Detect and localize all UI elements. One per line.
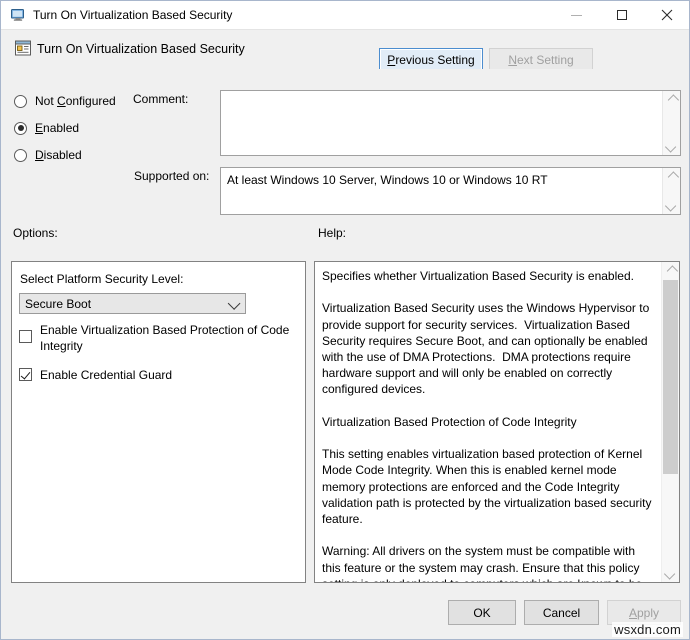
radio-enabled[interactable]: Enabled: [14, 119, 79, 137]
chevron-down-icon: [664, 141, 675, 152]
radio-disabled-label: Disabled: [35, 148, 82, 162]
help-scroll-up-button[interactable]: [662, 262, 679, 279]
comment-label: Comment:: [133, 92, 188, 106]
radio-disabled[interactable]: Disabled: [14, 146, 82, 164]
apply-button-label-rest: pply: [637, 606, 659, 620]
options-panel: Select Platform Security Level: Secure B…: [11, 261, 306, 583]
help-scrollbar[interactable]: [661, 262, 679, 582]
next-setting-label-rest: ext Setting: [517, 53, 574, 67]
checkbox-credential-guard-box: [19, 368, 32, 381]
help-panel: Specifies whether Virtualization Based S…: [314, 261, 680, 583]
supported-on-value: At least Windows 10 Server, Windows 10 o…: [221, 168, 662, 214]
previous-setting-label-rest: revious Setting: [395, 53, 474, 67]
help-text: Specifies whether Virtualization Based S…: [315, 262, 661, 582]
chevron-up-icon: [667, 171, 678, 182]
chevron-down-icon: [663, 568, 674, 579]
comment-value[interactable]: [221, 91, 662, 155]
title-bar: Turn On Virtualization Based Security: [1, 1, 689, 30]
dialog-footer: OK Cancel Apply: [2, 584, 689, 639]
ok-button-label: OK: [473, 606, 490, 620]
chevron-down-icon: [664, 200, 675, 211]
next-setting-accel: N: [508, 53, 517, 67]
chevron-up-icon: [667, 94, 678, 105]
radio-enabled-label: Enabled: [35, 121, 79, 135]
monitor-computer-icon: [10, 7, 26, 23]
comment-scrollbar[interactable]: [662, 91, 680, 155]
radio-enabled-mark: [14, 122, 27, 135]
close-icon: [661, 9, 673, 21]
window-controls: [554, 1, 689, 29]
chevron-down-icon: [225, 299, 245, 308]
ok-button[interactable]: OK: [448, 600, 516, 625]
radio-not-configured-mark: [14, 95, 27, 108]
cancel-button[interactable]: Cancel: [524, 600, 599, 625]
maximize-button[interactable]: [599, 1, 644, 29]
platform-security-level-value: Secure Boot: [20, 297, 225, 311]
minimize-button[interactable]: [554, 1, 599, 29]
help-label: Help:: [318, 226, 346, 240]
maximize-icon: [617, 10, 627, 20]
checkbox-code-integrity-label: Enable Virtualization Based Protection o…: [40, 322, 297, 354]
policy-setting-dialog: Turn On Virtualization Based Security: [0, 0, 690, 640]
help-scroll-thumb[interactable]: [663, 280, 678, 474]
radio-disabled-mark: [14, 149, 27, 162]
checkbox-code-integrity-box: [19, 330, 32, 343]
options-label: Options:: [13, 226, 58, 240]
setting-state-zone: Not Configured Enabled Disabled Comment:…: [2, 69, 689, 217]
supported-on-textarea[interactable]: At least Windows 10 Server, Windows 10 o…: [220, 167, 681, 215]
radio-not-configured[interactable]: Not Configured: [14, 92, 116, 110]
minimize-icon: [571, 15, 582, 16]
checkbox-code-integrity[interactable]: Enable Virtualization Based Protection o…: [19, 322, 297, 354]
setting-title: Turn On Virtualization Based Security: [37, 42, 245, 56]
policy-setting-icon: [14, 39, 32, 57]
apply-accel: A: [629, 606, 637, 620]
cancel-button-label: Cancel: [543, 606, 580, 620]
close-button[interactable]: [644, 1, 689, 29]
checkbox-credential-guard[interactable]: Enable Credential Guard: [19, 367, 297, 383]
checkbox-credential-guard-label: Enable Credential Guard: [40, 367, 172, 383]
supported-on-scroll-up-button[interactable]: [663, 168, 680, 185]
platform-security-level-dropdown[interactable]: Secure Boot: [19, 293, 246, 314]
chevron-up-icon: [666, 265, 677, 276]
window-title: Turn On Virtualization Based Security: [33, 8, 554, 22]
comment-textarea[interactable]: [220, 90, 681, 156]
supported-on-scrollbar[interactable]: [662, 168, 680, 214]
comment-scroll-up-button[interactable]: [663, 91, 680, 108]
radio-not-configured-label: Not Configured: [35, 94, 116, 108]
supported-on-label: Supported on:: [134, 169, 209, 183]
comment-scroll-down-button[interactable]: [663, 138, 680, 155]
supported-on-scroll-down-button[interactable]: [663, 197, 680, 214]
watermark: wsxdn.com: [612, 622, 683, 637]
platform-security-level-label: Select Platform Security Level:: [20, 272, 183, 286]
help-scroll-down-button[interactable]: [662, 565, 679, 582]
